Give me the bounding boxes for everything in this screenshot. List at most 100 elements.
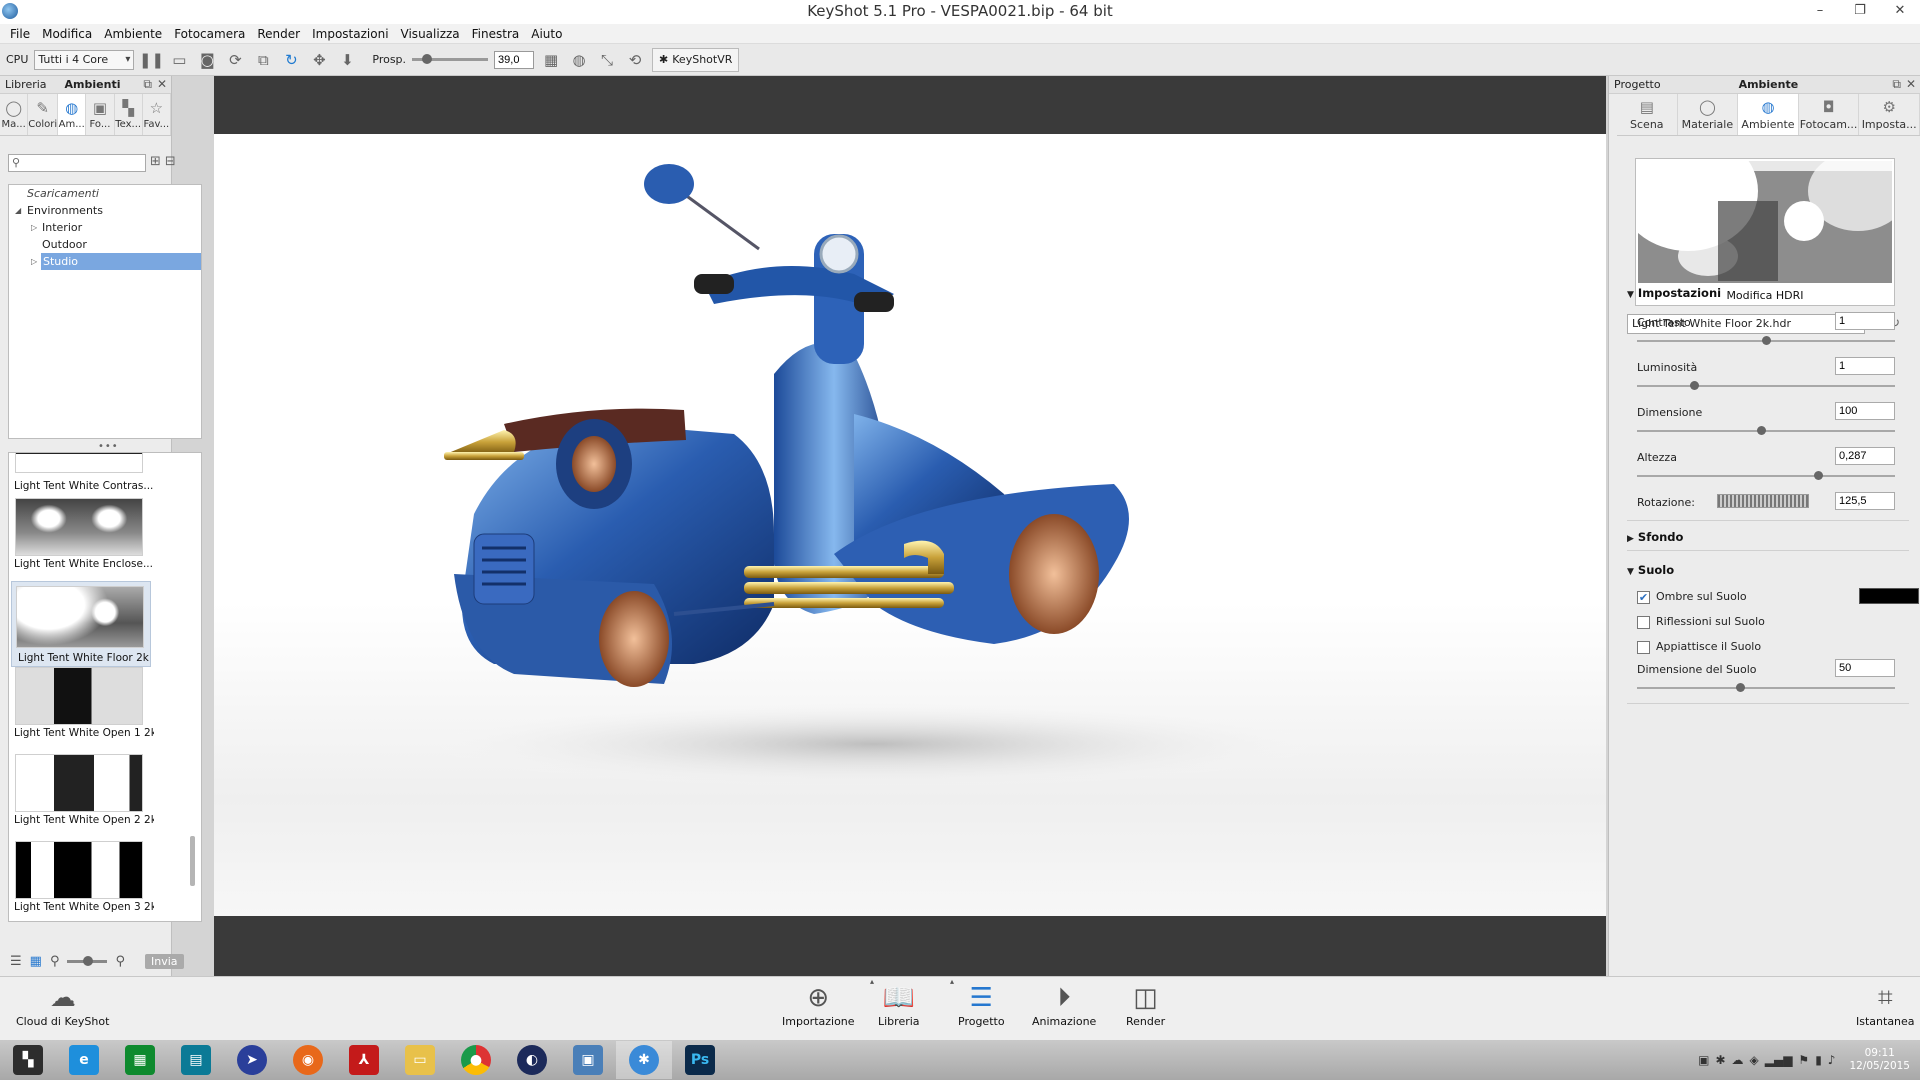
tab-favorites[interactable]: ☆ Fav... xyxy=(143,94,171,135)
menu-modifica[interactable]: Modifica xyxy=(36,24,98,43)
taskbar-photoshop[interactable]: Ps xyxy=(672,1041,728,1079)
taskbar-store[interactable]: ▦ xyxy=(112,1041,168,1079)
height-input[interactable] xyxy=(1835,447,1895,465)
collapse-arrow-icon[interactable]: ▷ xyxy=(31,253,37,270)
shrink-icon[interactable]: ⤡ xyxy=(596,49,618,71)
taskbar-news[interactable]: ▤ xyxy=(168,1041,224,1079)
restore-button[interactable]: ❐ xyxy=(1840,0,1880,24)
flag-icon[interactable]: ⚑ xyxy=(1798,1053,1809,1067)
float-panel-icon[interactable]: ⧉ xyxy=(143,77,152,92)
expand-arrow-icon[interactable]: ◢ xyxy=(15,202,21,219)
library-search-input[interactable]: ⚲ xyxy=(8,154,146,172)
taskbar-navigator[interactable]: ➤ xyxy=(224,1041,280,1079)
tab-scena[interactable]: ▤ Scena xyxy=(1617,94,1678,135)
rotate-icon[interactable]: ⟳ xyxy=(224,49,246,71)
render-canvas[interactable] xyxy=(214,134,1606,916)
download-icon[interactable]: ⬇ xyxy=(336,49,358,71)
contrast-input[interactable] xyxy=(1835,312,1895,330)
shadow-color-swatch[interactable] xyxy=(1859,588,1919,604)
tab-textures[interactable]: ▚ Tex... xyxy=(115,94,143,135)
menu-finestra[interactable]: Finestra xyxy=(466,24,526,43)
taskbar-explorer[interactable]: ▭ xyxy=(392,1041,448,1079)
perspective-slider[interactable] xyxy=(412,54,489,64)
minimize-button[interactable]: – xyxy=(1800,0,1840,24)
flatten-ground-row[interactable]: Appiattisce il Suolo xyxy=(1637,640,1761,656)
flatten-ground-checkbox[interactable] xyxy=(1637,640,1650,654)
tab-materiale[interactable]: ◯ Materiale xyxy=(1678,94,1739,135)
zoom-out-icon[interactable]: ⚲ xyxy=(50,954,60,969)
tree-item-outdoor[interactable]: Outdoor xyxy=(9,236,201,253)
brightness-input[interactable] xyxy=(1835,357,1895,375)
cloud-sync-icon[interactable]: ☁ xyxy=(1732,1053,1744,1067)
network-icon[interactable]: ▂▄▆ xyxy=(1765,1053,1793,1067)
ground-reflections-row[interactable]: Riflessioni sul Suolo xyxy=(1637,615,1765,631)
thumbnail-item[interactable]: Light Tent White Contras... xyxy=(11,453,153,495)
tab-ambienti[interactable]: Ambienti xyxy=(65,78,121,91)
pause-icon[interactable]: ❚❚ xyxy=(139,49,164,71)
remove-folder-icon[interactable]: ⊟ xyxy=(165,154,176,169)
tree-item-interior[interactable]: ▷ Interior xyxy=(9,219,201,236)
volume-icon[interactable]: ♪ xyxy=(1828,1053,1836,1067)
taskbar-acrobat[interactable]: ⅄ xyxy=(336,1041,392,1079)
rotation-input[interactable] xyxy=(1835,492,1895,510)
menu-impostazioni[interactable]: Impostazioni xyxy=(306,24,394,43)
snapshot-button[interactable]: ⌗ Istantanea xyxy=(1856,981,1915,1028)
tree-item-downloads[interactable]: Scaricamenti xyxy=(9,185,201,202)
ground-reflections-checkbox[interactable] xyxy=(1637,615,1650,629)
thumbnail-scrollbar[interactable] xyxy=(190,836,195,886)
globe-tool-icon[interactable]: ◍ xyxy=(568,49,590,71)
list-view-icon[interactable]: ☰ xyxy=(10,954,22,969)
collapse-arrow-icon[interactable]: ▷ xyxy=(31,219,37,236)
brightness-slider[interactable] xyxy=(1637,381,1895,390)
ground-shadows-checkbox[interactable]: ✔ xyxy=(1637,590,1650,604)
tab-environments[interactable]: ◍ Am... xyxy=(58,94,87,135)
library-button[interactable]: ▴ 📖 Libreria xyxy=(870,977,920,1028)
tab-colors[interactable]: ✎ Colori xyxy=(28,94,59,135)
menu-file[interactable]: File xyxy=(4,24,36,43)
menu-fotocamera[interactable]: Fotocamera xyxy=(168,24,251,43)
taskbar-firefox[interactable]: ◉ xyxy=(280,1041,336,1079)
refresh-icon[interactable]: ↻ xyxy=(280,49,302,71)
tree-item-studio[interactable]: ▷ Studio xyxy=(9,253,201,270)
cpu-core-select[interactable]: Tutti i 4 Core xyxy=(34,49,135,70)
float-panel-icon[interactable]: ⧉ xyxy=(1892,77,1901,92)
security-icon[interactable]: ◈ xyxy=(1750,1053,1759,1067)
thumbnail-item[interactable]: Light Tent White Open 2 2k xyxy=(11,754,154,826)
perspective-input[interactable] xyxy=(494,50,535,69)
menu-aiuto[interactable]: Aiuto xyxy=(525,24,568,43)
settings-section-header[interactable]: ▼ Impostazioni xyxy=(1627,286,1721,300)
ground-size-input[interactable] xyxy=(1835,659,1895,677)
keyshot-app-icon[interactable] xyxy=(2,3,18,19)
screenshot-icon[interactable]: ◙ xyxy=(196,49,218,71)
close-button[interactable]: ✕ xyxy=(1880,0,1920,24)
tree-item-environments[interactable]: ◢ Environments xyxy=(9,202,201,219)
ground-size-slider[interactable] xyxy=(1637,683,1895,692)
taskbar-chrome[interactable]: ● xyxy=(448,1041,504,1079)
taskbar-clock[interactable]: 09:11 12/05/2015 xyxy=(1849,1047,1910,1073)
size-slider[interactable] xyxy=(1637,426,1895,435)
hdri-preview[interactable]: Modifica HDRI xyxy=(1635,158,1895,306)
start-button[interactable]: ▚ xyxy=(0,1041,56,1079)
zoom-in-icon[interactable]: ⚲ xyxy=(115,954,125,969)
thumbnail-item-selected[interactable]: Light Tent White Floor 2k xyxy=(11,581,151,667)
tab-materials[interactable]: ◯ Ma... xyxy=(0,94,29,135)
ground-section-header[interactable]: ▼ Suolo xyxy=(1627,563,1674,577)
keyshot-cloud-button[interactable]: ☁ Cloud di KeyShot xyxy=(16,981,109,1028)
thumbnail-size-slider[interactable] xyxy=(67,955,108,966)
close-panel-icon[interactable]: ✕ xyxy=(1906,77,1916,92)
battery-icon[interactable]: ▮ xyxy=(1815,1053,1822,1067)
tab-fotocamera[interactable]: ◘ Fotocam... xyxy=(1799,94,1860,135)
project-button[interactable]: ▴ ☰ Progetto xyxy=(950,977,1005,1028)
menu-render[interactable]: Render xyxy=(251,24,306,43)
send-button[interactable]: Invia xyxy=(145,953,184,969)
contrast-slider[interactable] xyxy=(1637,336,1895,345)
sync-icon[interactable]: ⟲ xyxy=(624,49,646,71)
close-panel-icon[interactable]: ✕ xyxy=(157,77,167,92)
tab-progetto[interactable]: Progetto xyxy=(1614,78,1661,91)
tab-ambiente[interactable]: ◍ Ambiente xyxy=(1738,94,1799,135)
splitter-handle[interactable]: ••• xyxy=(98,441,119,452)
copy-icon[interactable]: ⧉ xyxy=(252,49,274,71)
tab-impostazioni[interactable]: ⚙ Imposta... xyxy=(1859,94,1920,135)
menu-visualizza[interactable]: Visualizza xyxy=(395,24,466,43)
tray-app-icon[interactable]: ▣ xyxy=(1698,1053,1709,1067)
